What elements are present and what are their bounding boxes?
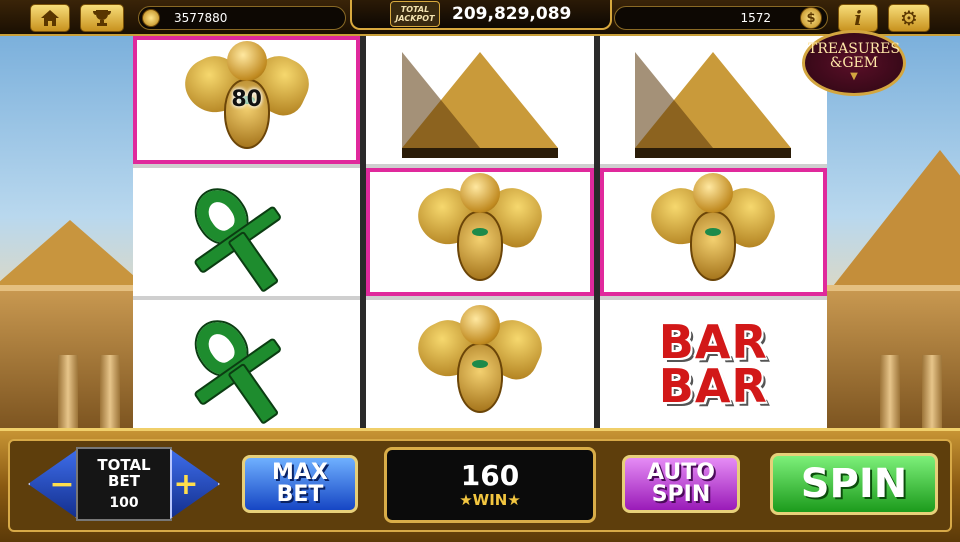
info-icon: i (854, 6, 862, 30)
win-value: 160 (460, 459, 520, 492)
reel-1: 80 (133, 36, 361, 428)
home-button[interactable] (30, 4, 70, 32)
auto-spin-button[interactable]: AUTO SPIN (622, 455, 740, 513)
right-pyramid (830, 150, 960, 290)
reel-3: BAR BAR (599, 36, 827, 428)
right-column (880, 355, 900, 428)
reel-area: 80 BAR BAR (133, 36, 827, 428)
multiplier-label: 80 (231, 87, 262, 112)
jackpot-badge: TOTAL JACKPOT (390, 1, 440, 27)
scarab-symbol (643, 173, 784, 291)
bar-bar-symbol: BAR BAR (658, 315, 768, 413)
chevron-down-icon: ▼ (850, 71, 858, 82)
coin-value: 3577880 (174, 11, 228, 25)
scarab-symbol: 80 (176, 41, 317, 159)
total-bet-display: TOTAL BET 100 (76, 447, 172, 521)
pyramid-symbol (635, 52, 792, 158)
reel-cell-scarab (366, 168, 594, 296)
plus-icon: + (173, 466, 199, 502)
win-label: ★WIN★ (459, 491, 521, 509)
bar-line-2: BAR (658, 359, 768, 413)
badge-line-2: &GEM (829, 55, 879, 71)
minus-icon: − (49, 466, 75, 502)
scarab-symbol (409, 173, 551, 291)
auto-spin-label-1: AUTO (647, 460, 715, 485)
total-jackpot: TOTAL JACKPOT 209,829,089 (350, 0, 612, 30)
jackpot-label-bottom: JACKPOT (395, 14, 435, 23)
slot-game: 3577880 TOTAL JACKPOT 209,829,089 1572 $… (0, 0, 960, 542)
treasures-gem-badge[interactable]: TREASURES &GEM ▼ (802, 30, 906, 96)
total-bet-value: 100 (109, 494, 139, 511)
max-bet-label-1: MAX (272, 460, 328, 485)
dollar-icon: $ (806, 10, 816, 26)
max-bet-label-2: BET (276, 482, 324, 507)
win-label-text: WIN (472, 491, 508, 509)
auto-spin-label-2: SPIN (651, 482, 711, 507)
right-column-2 (922, 355, 942, 428)
reel-cell-scarab (599, 168, 827, 296)
total-bet-label-1: TOTAL (97, 455, 151, 474)
info-button[interactable]: i (838, 4, 878, 32)
spin-label: SPIN (800, 461, 908, 507)
left-pyramid (0, 220, 150, 290)
coin-balance: 3577880 (138, 6, 346, 30)
reel-cell-pyramid (366, 36, 594, 164)
left-column (58, 355, 78, 428)
reel-2 (366, 36, 594, 428)
level-value: 1572 (740, 11, 771, 25)
scarab-symbol (409, 305, 551, 423)
level-display: 1572 (614, 6, 828, 30)
control-panel: − TOTAL BET 100 + MAX BET 160 ★WIN★ AUTO… (0, 428, 960, 542)
reel-cell-bar: BAR BAR (599, 300, 827, 428)
settings-button[interactable]: ⚙ (888, 4, 930, 32)
left-column-2 (100, 355, 120, 428)
bar-line-1: BAR (658, 315, 768, 369)
win-display: 160 ★WIN★ (384, 447, 596, 523)
pyramid-symbol (401, 52, 558, 158)
max-bet-button[interactable]: MAX BET (242, 455, 358, 513)
top-bar: 3577880 TOTAL JACKPOT 209,829,089 1572 $… (0, 0, 960, 36)
ankh-symbol (154, 144, 340, 320)
reel-cell-ankh (133, 168, 361, 296)
gear-icon: ⚙ (900, 6, 918, 30)
ankh-symbol (154, 276, 340, 452)
reel-cell-scarab (366, 300, 594, 428)
buy-coins-button[interactable]: $ (800, 7, 822, 29)
reel-cell-pyramid (599, 36, 827, 164)
total-bet-label-2: BET (108, 471, 140, 490)
badge-line-1: TREASURES (808, 41, 900, 57)
jackpot-label-top: TOTAL (400, 5, 430, 14)
jackpot-value: 209,829,089 (452, 4, 572, 24)
trophy-button[interactable] (80, 4, 124, 32)
reel-cell-ankh (133, 300, 361, 428)
coin-icon (142, 9, 160, 27)
home-icon (41, 10, 59, 26)
reel-cell-scarab: 80 (133, 36, 361, 164)
spin-button[interactable]: SPIN (770, 453, 938, 515)
trophy-icon (93, 10, 111, 26)
